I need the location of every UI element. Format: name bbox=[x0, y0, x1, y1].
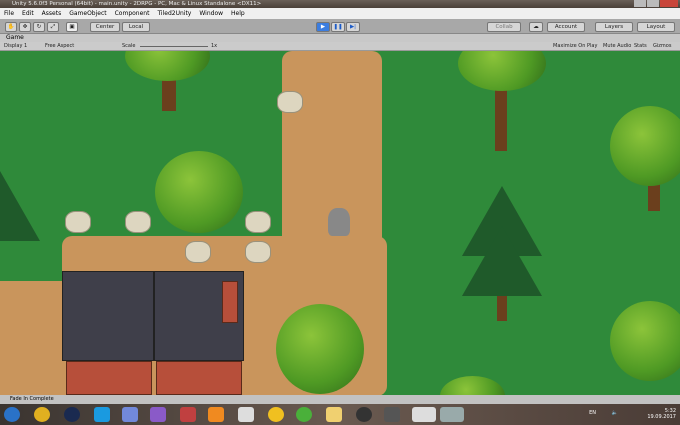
explorer-icon[interactable] bbox=[326, 407, 342, 422]
menu-edit[interactable]: Edit bbox=[22, 8, 34, 19]
aimp-icon[interactable] bbox=[268, 407, 284, 422]
rotate-tool-icon[interactable]: ↻ bbox=[33, 22, 45, 32]
rock bbox=[277, 91, 303, 113]
game-tab-label: Game bbox=[6, 34, 24, 41]
clock-date[interactable]: 19.09.2017 bbox=[647, 414, 676, 420]
media-player-icon[interactable] bbox=[238, 407, 254, 422]
menu-gameobject[interactable]: GameObject bbox=[69, 8, 106, 19]
app-icon[interactable] bbox=[180, 407, 196, 422]
tab-game[interactable]: Game bbox=[0, 34, 680, 42]
gizmos-dropdown[interactable]: Gizmos bbox=[653, 42, 671, 51]
menu-help[interactable]: Help bbox=[231, 8, 245, 19]
move-tool-icon[interactable]: ✥ bbox=[19, 22, 31, 32]
tree bbox=[125, 51, 210, 81]
maximize-button[interactable] bbox=[647, 0, 659, 7]
tree bbox=[440, 376, 505, 395]
menu-bar: File Edit Assets GameObject Component Ti… bbox=[0, 8, 680, 19]
mute-audio-toggle[interactable]: Mute Audio bbox=[603, 42, 631, 51]
minimize-button[interactable] bbox=[634, 0, 646, 7]
unity-icon[interactable] bbox=[412, 407, 436, 422]
tree bbox=[610, 301, 680, 381]
pivot-local-button[interactable]: Local bbox=[122, 22, 150, 32]
scale-tool-icon[interactable]: ⤢ bbox=[47, 22, 59, 32]
toolbar: ✋ ✥ ↻ ⤢ ▣ Center Local ▶ ❚❚ ▶| Collab ☁ … bbox=[0, 19, 680, 34]
menu-tiled2unity[interactable]: Tiled2Unity bbox=[157, 8, 191, 19]
scale-slider[interactable] bbox=[140, 46, 208, 47]
rock bbox=[185, 241, 211, 263]
play-button[interactable]: ▶ bbox=[316, 22, 330, 32]
display-dropdown[interactable]: Display 1 bbox=[4, 42, 27, 51]
maximize-on-play-toggle[interactable]: Maximize On Play bbox=[553, 42, 597, 51]
scale-value: 1x bbox=[211, 43, 218, 49]
title-bar: Unity 5.6.0f3 Personal (64bit) - main.un… bbox=[0, 0, 680, 8]
layers-dropdown[interactable]: Layers bbox=[595, 22, 633, 32]
account-dropdown[interactable]: Account bbox=[547, 22, 585, 32]
utorrent-icon[interactable] bbox=[296, 407, 312, 422]
window-title: Unity 5.6.0f3 Personal (64bit) - main.un… bbox=[12, 1, 262, 7]
menu-assets[interactable]: Assets bbox=[42, 8, 62, 19]
tree bbox=[458, 51, 546, 91]
chrome-icon[interactable] bbox=[34, 407, 50, 422]
steam-icon[interactable] bbox=[64, 407, 80, 422]
collab-dropdown[interactable]: Collab bbox=[487, 22, 521, 32]
scale-label: Scale bbox=[122, 43, 136, 49]
close-button[interactable] bbox=[660, 0, 678, 7]
paint-icon[interactable] bbox=[440, 407, 464, 422]
cloud-icon[interactable]: ☁ bbox=[529, 22, 543, 32]
game-view-bar: Display 1 Free Aspect Scale 1x Maximize … bbox=[0, 42, 680, 51]
language-indicator[interactable]: EN bbox=[589, 410, 596, 416]
pine-tree bbox=[462, 226, 542, 296]
house-wall bbox=[66, 361, 152, 395]
discord-icon[interactable] bbox=[122, 407, 138, 422]
window-controls bbox=[634, 0, 678, 7]
pine-tree bbox=[0, 171, 40, 241]
volume-icon[interactable]: 🔈 bbox=[612, 410, 618, 416]
visual-studio-icon[interactable] bbox=[150, 407, 166, 422]
aspect-dropdown[interactable]: Free Aspect bbox=[45, 42, 74, 51]
gamemaker-icon[interactable] bbox=[208, 407, 224, 422]
house-roof bbox=[62, 271, 154, 361]
rock bbox=[245, 241, 271, 263]
tree-trunk bbox=[495, 81, 507, 151]
app-icon[interactable] bbox=[384, 407, 400, 422]
start-button-icon[interactable] bbox=[4, 407, 20, 422]
rock bbox=[245, 211, 271, 233]
pivot-center-button[interactable]: Center bbox=[90, 22, 120, 32]
stats-toggle[interactable]: Stats bbox=[634, 42, 647, 51]
player-character bbox=[328, 208, 350, 236]
skype-icon[interactable] bbox=[94, 407, 110, 422]
menu-file[interactable]: File bbox=[4, 8, 14, 19]
game-viewport[interactable] bbox=[0, 51, 680, 395]
step-button[interactable]: ▶| bbox=[346, 22, 360, 32]
pause-button[interactable]: ❚❚ bbox=[331, 22, 345, 32]
taskbar: EN 🔈 5:32 19.09.2017 bbox=[0, 404, 680, 425]
tree-trunk bbox=[497, 296, 507, 321]
layout-dropdown[interactable]: Layout bbox=[637, 22, 675, 32]
tree bbox=[155, 151, 243, 233]
rock bbox=[65, 211, 91, 233]
tree bbox=[610, 106, 680, 186]
status-message: Fade In Complete bbox=[10, 396, 54, 402]
hand-tool-icon[interactable]: ✋ bbox=[5, 22, 17, 32]
status-bar: Fade In Complete bbox=[0, 395, 680, 404]
chimney bbox=[222, 281, 238, 323]
obs-icon[interactable] bbox=[356, 407, 372, 422]
house-wall bbox=[156, 361, 242, 395]
tree bbox=[276, 304, 364, 394]
rect-tool-icon[interactable]: ▣ bbox=[66, 22, 78, 32]
system-tray: EN 🔈 5:32 19.09.2017 bbox=[589, 408, 676, 420]
menu-window[interactable]: Window bbox=[199, 8, 223, 19]
rock bbox=[125, 211, 151, 233]
menu-component[interactable]: Component bbox=[115, 8, 150, 19]
